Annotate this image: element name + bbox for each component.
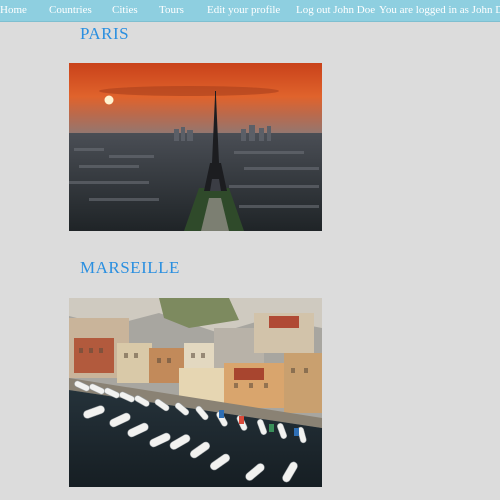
paris-photo[interactable] [69, 63, 322, 231]
nav-edit-profile-link[interactable]: Edit your profile [207, 0, 280, 21]
nav-cities-link[interactable]: Cities [112, 0, 138, 21]
nav-logout-link[interactable]: Log out John Doe [296, 0, 375, 21]
nav-countries-link[interactable]: Countries [49, 0, 92, 21]
city-title-marseille[interactable]: MARSEILLE [80, 258, 180, 278]
nav-logged-in-status: You are logged in as John Doe [379, 4, 500, 16]
city-title-paris[interactable]: PARIS [80, 24, 129, 44]
top-navbar: Home Countries Cities Tours Edit your pr… [0, 0, 500, 22]
marseille-photo[interactable] [69, 298, 322, 487]
nav-tours-link[interactable]: Tours [159, 0, 184, 21]
nav-home-link[interactable]: Home [0, 0, 27, 21]
